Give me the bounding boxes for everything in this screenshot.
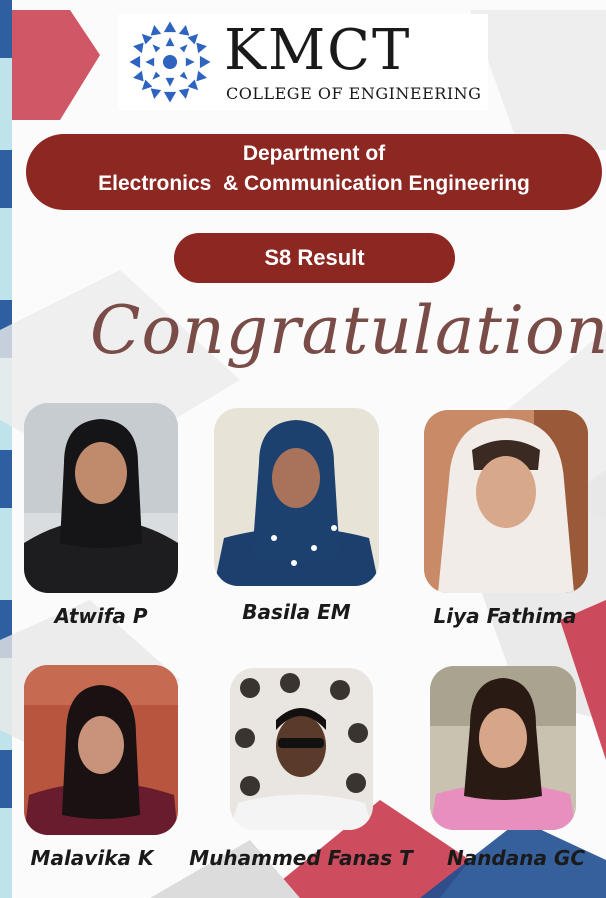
- student-name-6: Nandana GC: [446, 846, 586, 870]
- student-photo-2: [214, 408, 379, 586]
- result-banner: S8 Result: [174, 233, 455, 283]
- congratulations-heading: Congratulations: [90, 292, 606, 369]
- department-line-1: Department of: [242, 142, 386, 165]
- student-photo-1: [24, 403, 178, 593]
- logo-emblem-icon: [129, 21, 211, 103]
- department-banner: Department of Electronics & Communicatio…: [26, 134, 602, 210]
- student-name-1: Atwifa P: [54, 604, 148, 628]
- student-photo-6: [430, 666, 576, 830]
- congratulations-poster: KMCT COLLEGE OF ENGINEERING Department o…: [0, 0, 606, 898]
- student-name-4: Malavika K: [30, 846, 154, 870]
- student-photo-5: [230, 668, 373, 830]
- student-name-5: Muhammed Fanas T: [189, 846, 413, 870]
- college-name-title: KMCT: [224, 18, 412, 83]
- student-name-2: Basila EM: [242, 600, 351, 624]
- student-name-3: Liya Fathima: [433, 604, 577, 628]
- college-logo: KMCT COLLEGE OF ENGINEERING: [118, 14, 488, 110]
- college-name-subtitle: COLLEGE OF ENGINEERING: [226, 84, 482, 103]
- student-photo-3: [424, 410, 588, 593]
- student-photo-4: [24, 665, 178, 835]
- department-line-2: Electronics & Communication Engineering: [98, 172, 530, 195]
